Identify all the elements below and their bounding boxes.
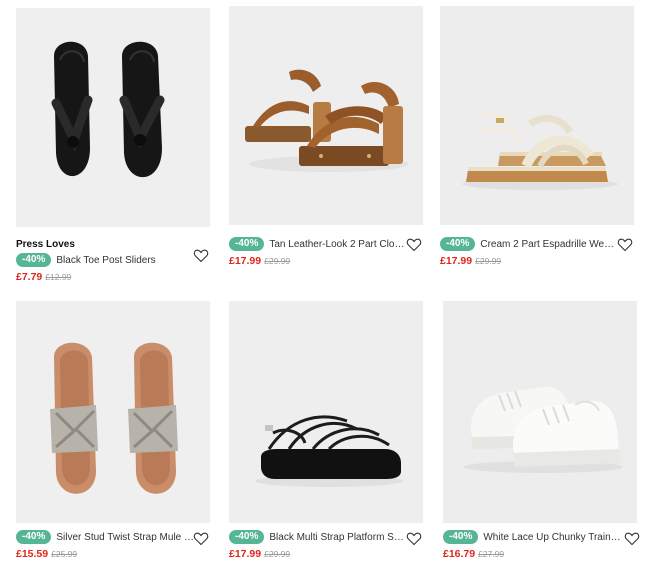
product-image[interactable] [440,6,634,225]
cream-espadrille-image [440,6,634,225]
discount-badge: -40% [16,530,52,544]
product-title[interactable]: Tan Leather-Look 2 Part Clog Sandals [269,239,407,250]
product-title[interactable]: Silver Stud Twist Strap Mule Sliders [56,532,194,543]
sale-price: £17.99 [440,255,473,267]
discount-badge: -40% [16,253,52,267]
silver-stud-sliders-image [16,301,210,523]
original-price: £29.99 [475,256,502,266]
wishlist-heart-icon[interactable] [405,529,423,547]
sale-price: £17.99 [229,548,262,560]
black-platform-sandals-image [229,301,423,523]
wishlist-heart-icon[interactable] [192,529,210,547]
original-price: £29.99 [264,549,291,559]
tan-clog-sandals-image [229,6,423,225]
white-chunky-trainers-image [443,301,637,523]
sale-price: £15.59 [16,548,49,560]
product-image[interactable] [16,301,210,523]
original-price: £27.99 [478,549,505,559]
discount-badge: -40% [229,237,265,251]
product-image[interactable] [16,8,210,227]
discount-badge: -40% [443,530,479,544]
sale-price: £16.79 [443,548,476,560]
black-sliders-image [16,8,210,227]
original-price: £25.99 [51,549,78,559]
sale-price: £7.79 [16,271,43,283]
wishlist-heart-icon[interactable] [192,246,210,264]
discount-badge: -40% [440,237,476,251]
wishlist-heart-icon[interactable] [616,235,634,253]
product-image[interactable] [229,6,423,225]
product-title[interactable]: White Lace Up Chunky Trainers [483,532,621,543]
product-title[interactable]: Cream 2 Part Espadrille Wedge Sandals [480,239,618,250]
wishlist-heart-icon[interactable] [623,529,641,547]
product-title[interactable]: Black Toe Post Sliders [56,255,155,266]
product-tag: Press Loves [16,239,75,250]
product-image[interactable] [443,301,637,523]
product-image[interactable] [229,301,423,523]
discount-badge: -40% [229,530,265,544]
product-title[interactable]: Black Multi Strap Platform Sandals [269,532,407,543]
wishlist-heart-icon[interactable] [405,235,423,253]
original-price: £12.99 [45,272,72,282]
sale-price: £17.99 [229,255,262,267]
original-price: £29.99 [264,256,291,266]
